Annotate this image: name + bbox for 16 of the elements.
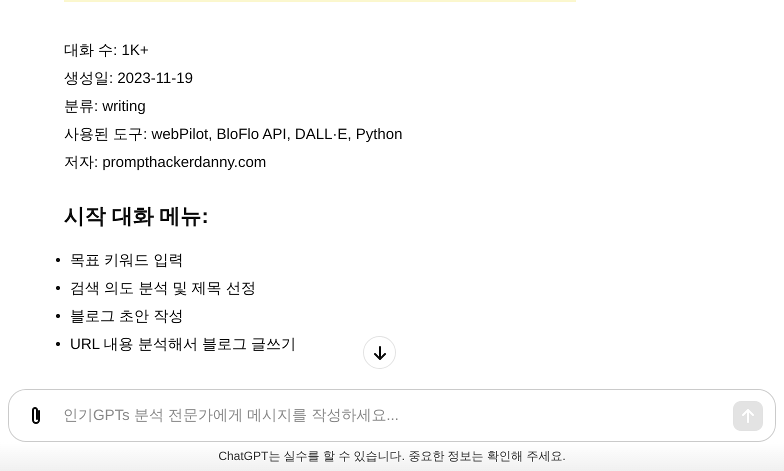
info-line: 사용된 도구: webPilot, BloFlo API, DALL·E, Python [64,125,404,145]
info-line: 생성일: 2023-11-19 [64,69,194,89]
bullet-icon [56,286,60,290]
info-line: 저자: prompthackerdanny.com [64,153,268,173]
bullet-icon [56,314,60,318]
scroll-down-button[interactable] [363,336,396,369]
info-line: 분류: writing [64,97,147,117]
bullet-icon [56,258,60,262]
info-line: 대화 수: 1K+ [64,41,150,61]
arrow-down-icon [372,344,388,360]
disclaimer-text: ChatGPT는 실수를 할 수 있습니다. 중요한 정보는 확인해 주세요. [218,448,566,465]
section-heading: 시작 대화 메뉴: [64,204,210,230]
message-composer[interactable]: 인기GPTs 분석 전문가에게 메시지를 작성하세요... [8,389,776,442]
arrow-up-icon [740,408,756,424]
message-field[interactable]: 인기GPTs 분석 전문가에게 메시지를 작성하세요... [61,406,733,425]
bullet-icon [56,342,60,346]
